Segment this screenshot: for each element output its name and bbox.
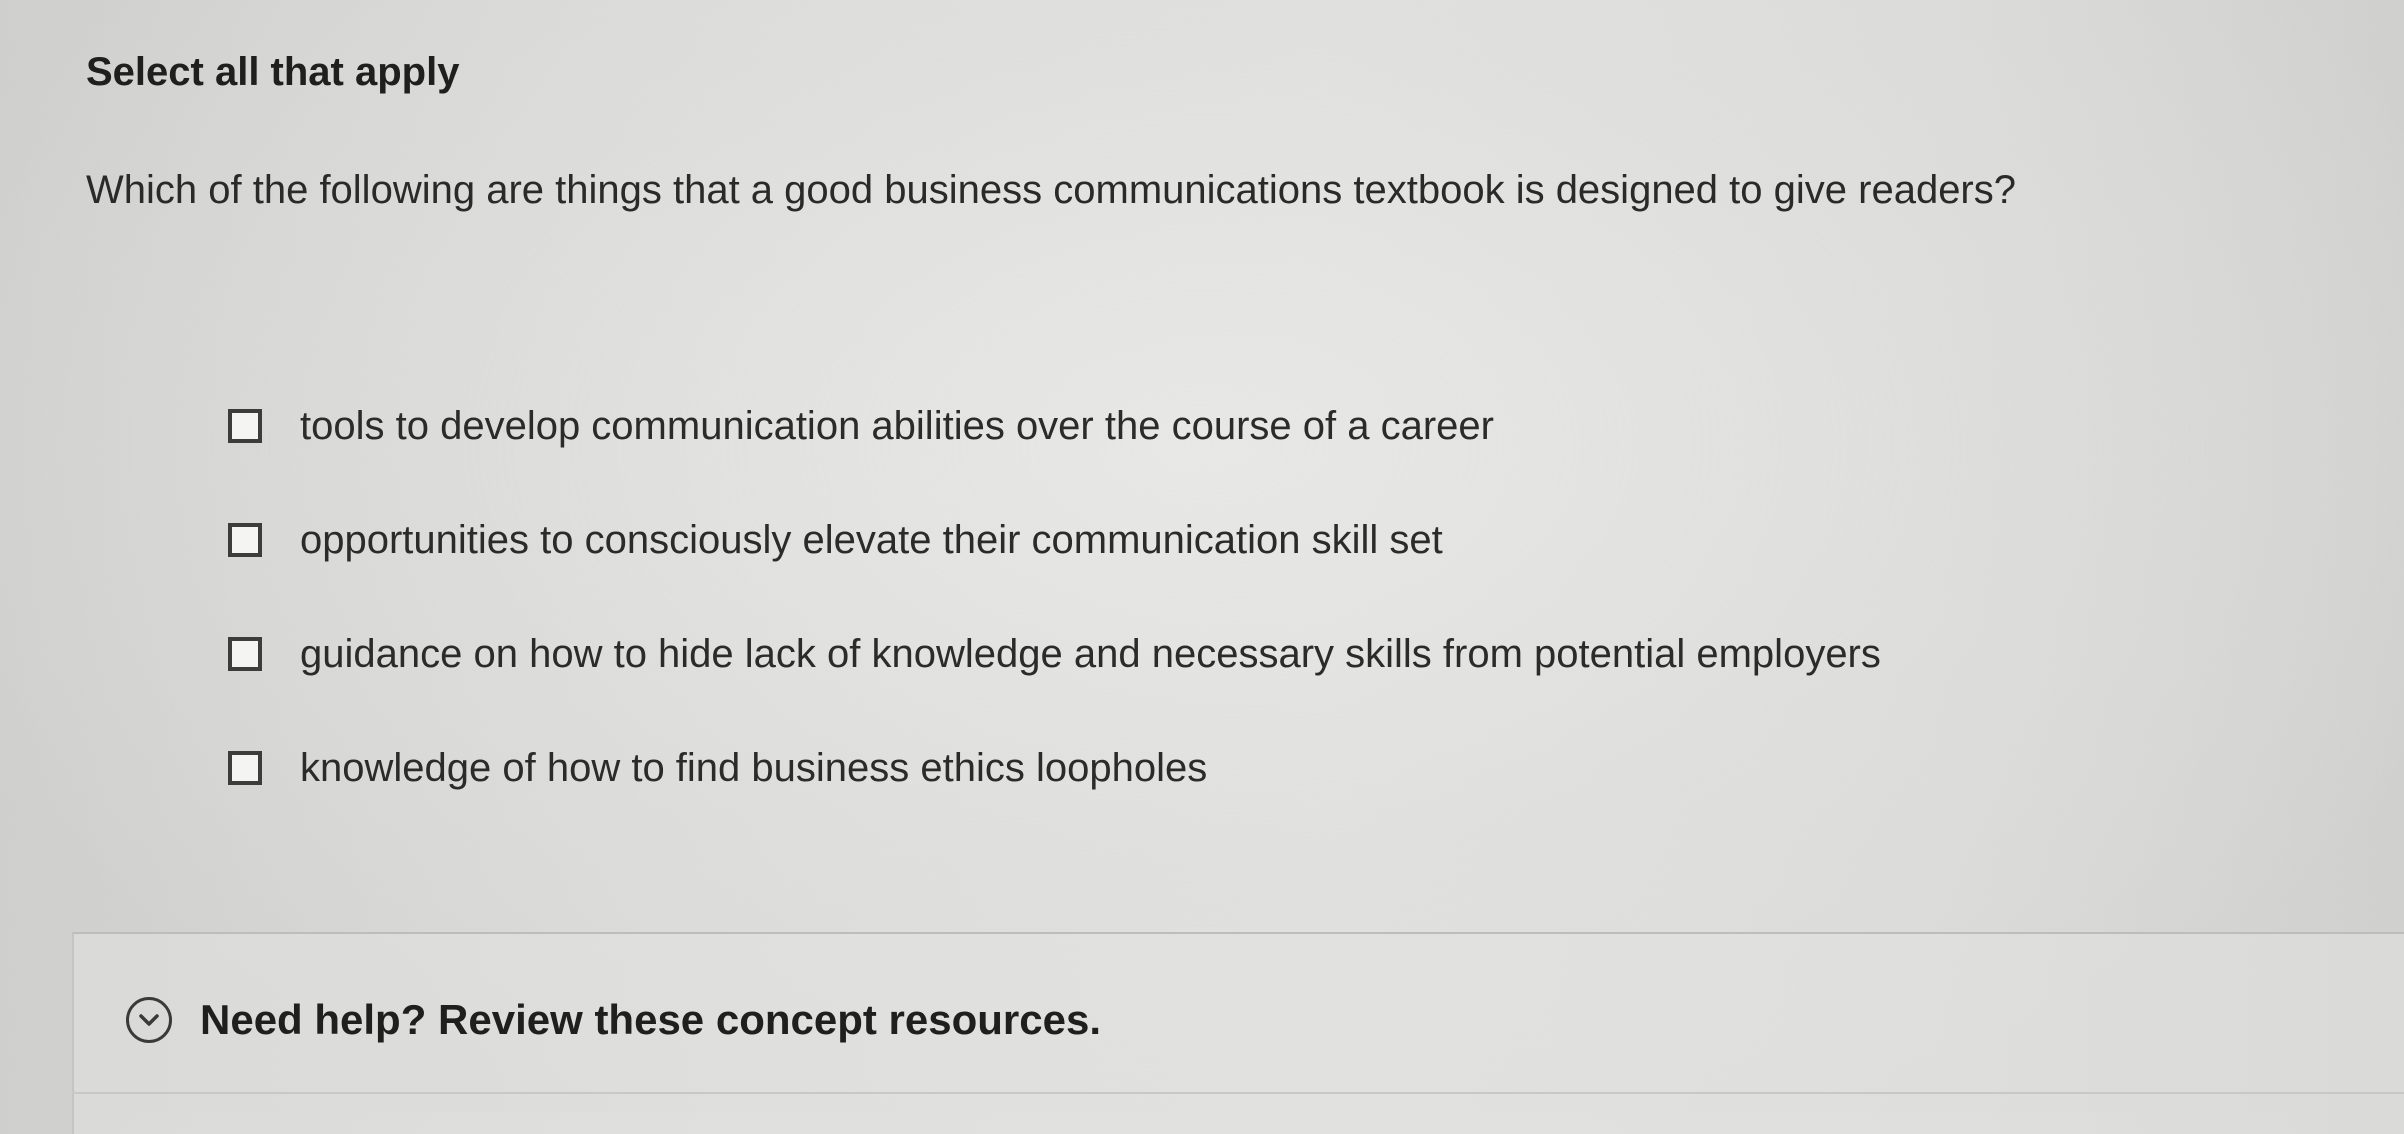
option-4-label[interactable]: knowledge of how to find business ethics… bbox=[300, 746, 1207, 791]
option-3-label[interactable]: guidance on how to hide lack of knowledg… bbox=[300, 632, 1881, 677]
option-2-checkbox[interactable] bbox=[228, 523, 262, 557]
question-prompt: Which of the following are things that a… bbox=[86, 168, 2016, 212]
chevron-down-circle-icon[interactable] bbox=[126, 997, 172, 1043]
option-4[interactable]: knowledge of how to find business ethics… bbox=[228, 732, 2228, 804]
option-4-checkbox[interactable] bbox=[228, 751, 262, 785]
option-1-checkbox[interactable] bbox=[228, 409, 262, 443]
option-3[interactable]: guidance on how to hide lack of knowledg… bbox=[228, 618, 2228, 690]
help-toggle[interactable]: Need help? Review these concept resource… bbox=[126, 996, 1101, 1044]
option-3-checkbox[interactable] bbox=[228, 637, 262, 671]
help-label[interactable]: Need help? Review these concept resource… bbox=[200, 996, 1101, 1044]
option-2[interactable]: opportunities to consciously elevate the… bbox=[228, 504, 2228, 576]
help-panel: Need help? Review these concept resource… bbox=[72, 932, 2404, 1134]
divider bbox=[72, 1092, 2404, 1094]
option-2-label[interactable]: opportunities to consciously elevate the… bbox=[300, 518, 1443, 563]
answer-options: tools to develop communication abilities… bbox=[228, 390, 2228, 846]
instruction-text: Select all that apply bbox=[86, 50, 460, 94]
option-1[interactable]: tools to develop communication abilities… bbox=[228, 390, 2228, 462]
option-1-label[interactable]: tools to develop communication abilities… bbox=[300, 404, 1494, 449]
